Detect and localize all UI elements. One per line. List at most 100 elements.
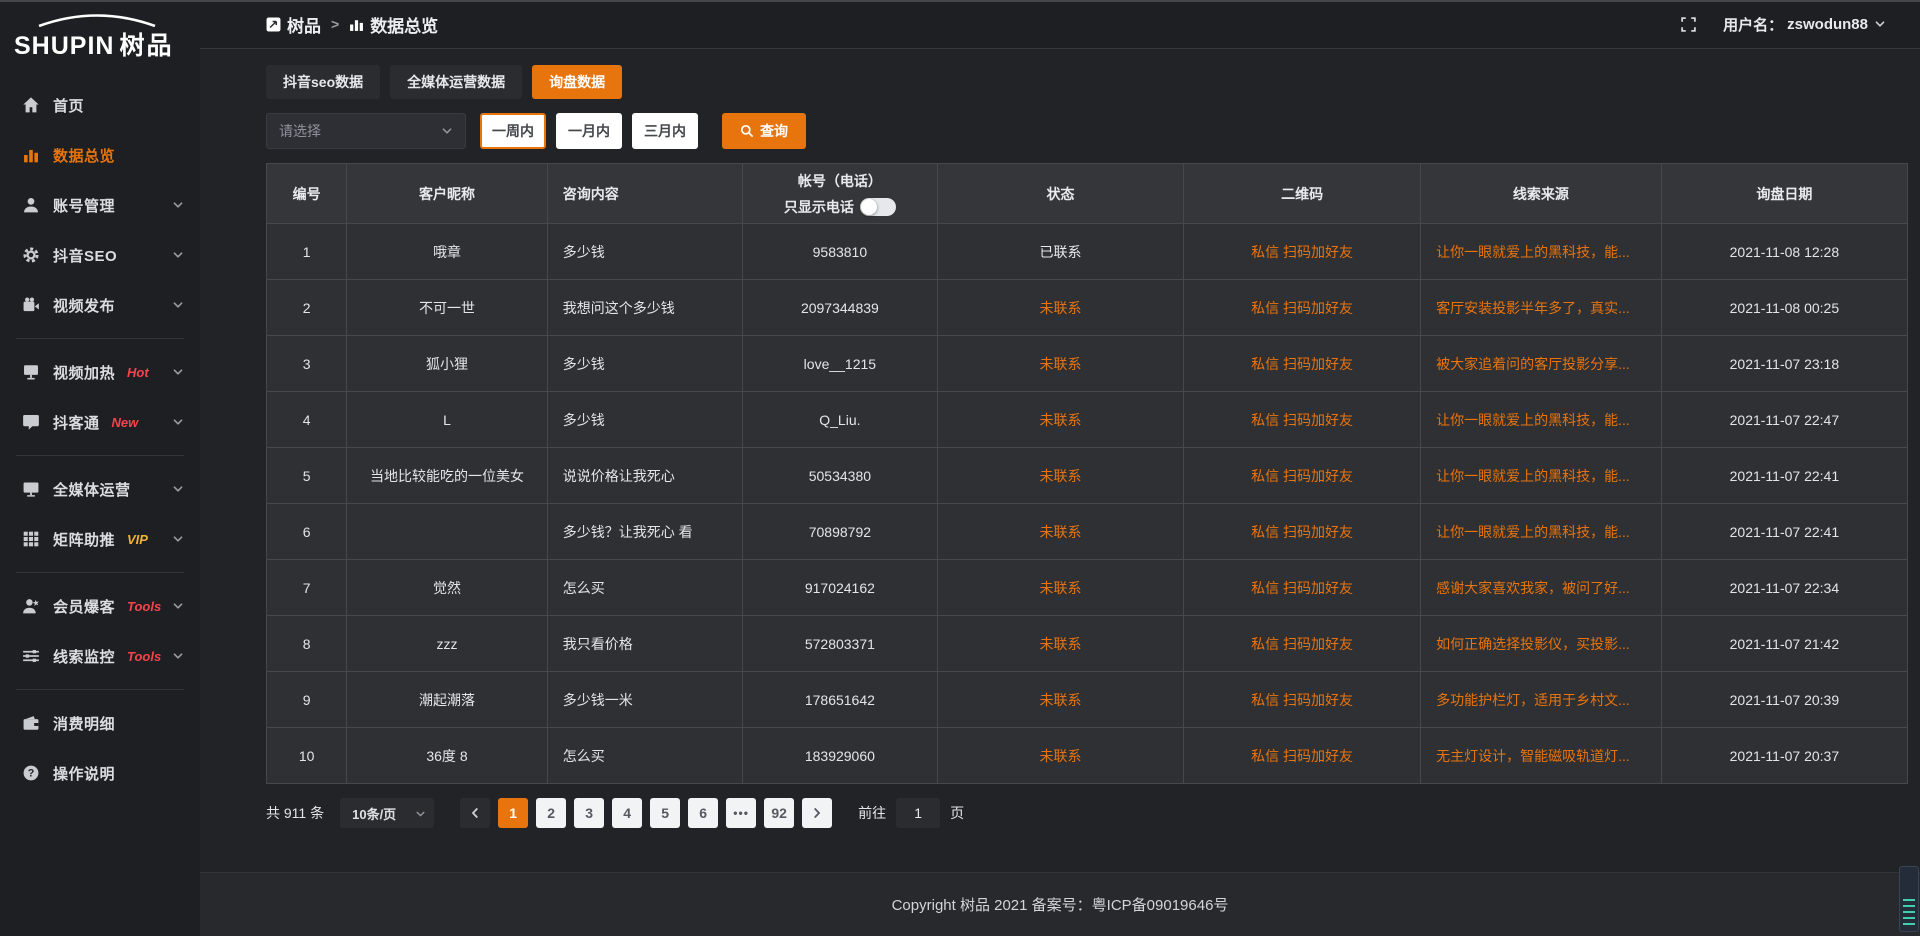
status-badge: 未联系 [1039,356,1081,372]
sidebar-item-label: 线索监控 [53,646,115,667]
cell-nickname: 不可一世 [347,280,548,336]
cell-qrcode: 私信 扫码加好友 [1184,560,1421,616]
page-size-select[interactable]: 10条/页 [340,798,434,828]
source-link[interactable]: 多功能护栏灯，适用于乡村文... [1436,692,1630,708]
tab-douyin-seo-data[interactable]: 抖音seo数据 [266,65,380,99]
sidebar-item-clue-monitor[interactable]: 线索监控 Tools [0,631,200,681]
page-button-4[interactable]: 4 [612,798,642,828]
source-link[interactable]: 让你一眼就爱上的黑科技，能... [1436,468,1630,484]
sidebar-item-video-publish[interactable]: 视频发布 [0,280,200,330]
period-button-quarter[interactable]: 三月内 [632,113,698,149]
sidebar-item-help[interactable]: ?操作说明 [0,748,200,798]
sidebar-divider [16,572,184,573]
cell-content: 多少钱？让我死心 看 [547,504,742,560]
sidebar: SHUPIN树品 首页数据总览账号管理抖音SEO视频发布视频加热Hot抖客通Ne… [0,0,200,936]
member-icon [22,597,40,615]
cell-no: 5 [267,448,347,504]
source-link[interactable]: 客厅安装投影半年多了，真实... [1436,300,1630,316]
cell-account: 50534380 [742,448,937,504]
period-button-week[interactable]: 一周内 [480,113,546,149]
next-page-button[interactable] [802,798,832,828]
sidebar-item-video-heat[interactable]: 视频加热Hot [0,347,200,397]
goto-page-input[interactable] [896,798,940,828]
floating-widget[interactable] [1899,866,1919,932]
source-link[interactable]: 感谢大家喜欢我家，被问了好... [1436,580,1630,596]
fullscreen-icon[interactable] [1680,16,1697,33]
question-icon: ? [22,764,40,782]
cell-nickname: zzz [347,616,548,672]
qrcode-link[interactable]: 私信 扫码加好友 [1251,356,1353,372]
sidebar-item-label: 数据总览 [53,145,115,166]
qrcode-link[interactable]: 私信 扫码加好友 [1251,412,1353,428]
tab-inquiry-data[interactable]: 询盘数据 [532,65,622,99]
col-header-account: 帐号（电话）只显示电话 [742,164,937,224]
cell-qrcode: 私信 扫码加好友 [1184,336,1421,392]
page-button-1[interactable]: 1 [498,798,528,828]
breadcrumb-item-shupin[interactable]: 树品 [266,12,321,37]
qrcode-link[interactable]: 私信 扫码加好友 [1251,692,1353,708]
page-ellipsis[interactable]: ••• [726,798,756,828]
qrcode-link[interactable]: 私信 扫码加好友 [1251,580,1353,596]
table-row: 4L多少钱Q_Liu.未联系私信 扫码加好友让你一眼就爱上的黑科技，能...20… [267,392,1908,448]
cell-account: 183929060 [742,728,937,784]
cell-qrcode: 私信 扫码加好友 [1184,616,1421,672]
cell-account: Q_Liu. [742,392,937,448]
cell-date: 2021-11-07 22:41 [1661,448,1907,504]
source-link[interactable]: 无主灯设计，智能磁吸轨道灯... [1436,748,1630,764]
sidebar-item-douyin-seo[interactable]: 抖音SEO [0,230,200,280]
prev-page-button[interactable] [460,798,490,828]
sidebar-item-matrix-boost[interactable]: 矩阵助推VIP [0,514,200,564]
goto-suffix: 页 [950,803,964,823]
cell-date: 2021-11-07 22:34 [1661,560,1907,616]
logo-arc [36,14,158,27]
phone-only-toggle[interactable] [860,198,896,216]
sidebar-item-member-burst[interactable]: 会员爆客Tools [0,581,200,631]
qrcode-link[interactable]: 私信 扫码加好友 [1251,468,1353,484]
sidebar-item-consume-detail[interactable]: 消费明细 [0,698,200,748]
badge-tools: Tools [127,649,161,664]
source-link[interactable]: 如何正确选择投影仪，买投影... [1436,636,1630,652]
source-link[interactable]: 让你一眼就爱上的黑科技，能... [1436,244,1630,260]
qrcode-link[interactable]: 私信 扫码加好友 [1251,300,1353,316]
qrcode-link[interactable]: 私信 扫码加好友 [1251,244,1353,260]
cell-nickname: L [347,392,548,448]
period-button-month[interactable]: 一月内 [556,113,622,149]
badge-hot: Hot [127,365,149,380]
qrcode-link[interactable]: 私信 扫码加好友 [1251,524,1353,540]
cell-source: 感谢大家喜欢我家，被问了好... [1421,560,1662,616]
cell-status: 未联系 [937,616,1183,672]
source-link[interactable]: 让你一眼就爱上的黑科技，能... [1436,524,1630,540]
period-buttons: 一周内一月内三月内 [480,113,698,149]
source-link[interactable]: 让你一眼就爱上的黑科技，能... [1436,412,1630,428]
search-button[interactable]: 查询 [722,113,806,149]
cell-status: 未联系 [937,336,1183,392]
page-button-6[interactable]: 6 [688,798,718,828]
breadcrumb-item-data-overview[interactable]: 数据总览 [349,12,438,37]
user-icon [22,196,40,214]
qrcode-link[interactable]: 私信 扫码加好友 [1251,636,1353,652]
user-menu[interactable]: 用户名：zswodun88 [1723,14,1886,35]
cell-nickname [347,504,548,560]
breadcrumb-label: 树品 [287,12,321,37]
sidebar-menu: 首页数据总览账号管理抖音SEO视频发布视频加热Hot抖客通New 全媒体运营矩阵助… [0,66,200,798]
sidebar-item-media-ops[interactable]: 全媒体运营 [0,464,200,514]
username: zswodun88 [1787,16,1868,33]
cell-source: 无主灯设计，智能磁吸轨道灯... [1421,728,1662,784]
sidebar-item-home[interactable]: 首页 [0,80,200,130]
page-button-5[interactable]: 5 [650,798,680,828]
filter-select[interactable]: 请选择 [266,113,466,149]
sidebar-item-account-manage[interactable]: 账号管理 [0,180,200,230]
tab-media-ops-data[interactable]: 全媒体运营数据 [390,65,522,99]
gear-icon [22,246,40,264]
page-button-2[interactable]: 2 [536,798,566,828]
cell-source: 让你一眼就爱上的黑科技，能... [1421,392,1662,448]
sidebar-item-data-overview[interactable]: 数据总览 [0,130,200,180]
page-button-3[interactable]: 3 [574,798,604,828]
page-button-92[interactable]: 92 [764,798,794,828]
cell-qrcode: 私信 扫码加好友 [1184,672,1421,728]
qrcode-link[interactable]: 私信 扫码加好友 [1251,748,1353,764]
source-link[interactable]: 被大家追着问的客厅投影分享... [1436,356,1630,372]
sidebar-item-douketong[interactable]: 抖客通New [0,397,200,447]
cell-account: 917024162 [742,560,937,616]
status-badge: 未联系 [1039,692,1081,708]
